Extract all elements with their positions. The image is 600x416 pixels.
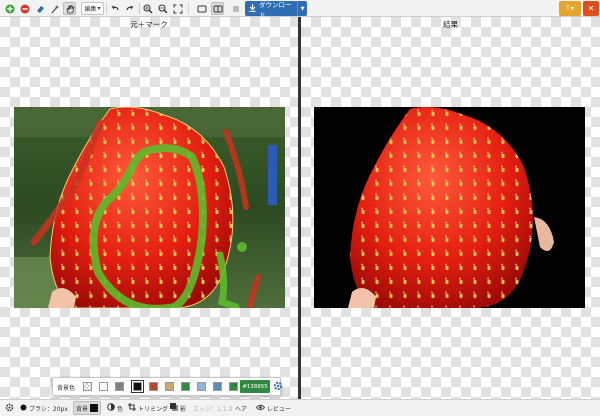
swatch-gray[interactable] [115,382,124,391]
background-button[interactable]: 背景 [73,401,102,415]
separator [106,3,107,14]
original-mark-panel[interactable]: 元＋マーク [0,17,298,399]
download-label: ダウンロード [259,0,292,19]
crop-icon[interactable] [229,2,242,15]
hand-icon[interactable] [63,2,76,15]
separator [139,3,140,14]
shadow-button[interactable]: 影 [168,401,188,415]
background-label: 背景 [76,405,89,413]
trim-label: トリミング [138,405,169,413]
brush-size-button[interactable]: ブラシ：20px [18,401,70,415]
swatch-tan[interactable] [165,382,174,391]
zoom-in-icon[interactable] [141,2,154,15]
brush-dot-icon [20,404,27,413]
panel-title-result: 結果 [443,20,458,29]
minus-icon[interactable] [18,2,31,15]
chevron-left-icon[interactable]: ‹ [234,382,236,389]
chevron-down-icon[interactable]: ▼ [297,1,307,16]
hair-button[interactable]: ヘア [233,401,249,415]
top-toolbar: 編集 ▾ ダウンロード ▼ T ▾ ✕ [0,0,600,19]
gear-icon [5,403,14,414]
split-view-icon[interactable] [211,2,224,15]
color-button[interactable]: 色 [105,401,125,415]
chevron-down-icon: ▾ [570,5,574,12]
fit-icon[interactable] [171,2,184,15]
eye-icon [255,404,266,413]
hex-color-value[interactable]: #138855 [240,380,270,393]
background-color-indicator [90,404,99,412]
edit-label: 編集 [84,6,97,13]
settings-button[interactable] [3,401,16,415]
background-color-palette: 背景色 ‹ #138855 [52,377,283,396]
swatch-black[interactable] [131,380,144,393]
download-icon [249,3,256,14]
panel-title-original: 元＋マーク [130,20,168,29]
wand-icon[interactable] [48,2,61,15]
review-button[interactable]: レビュー [254,401,293,415]
hair-label: ヘア [235,405,248,413]
single-view-icon[interactable] [195,2,208,15]
separator [188,3,189,14]
zoom-out-icon[interactable] [156,2,169,15]
bottom-toolbar: ブラシ：20px 背景 色 トリミング 影 エッジ：1.1.0 ヘア レビュー [0,399,600,416]
download-button[interactable]: ダウンロード ▼ [245,0,307,19]
contrast-icon [107,403,115,413]
result-panel[interactable]: 結果 [301,17,600,399]
swatch-blue[interactable] [213,382,222,391]
swatch-green[interactable] [181,382,190,391]
gear-icon[interactable] [273,381,283,393]
edge-label: エッジ：1.1.0 [193,405,233,413]
review-label: レビュー [267,405,292,413]
plus-icon[interactable] [3,2,16,15]
chevron-down-icon: ▾ [97,5,101,12]
shadow-icon [170,403,178,413]
palette-label: 背景色 [57,385,76,392]
swatch-brown[interactable] [149,382,158,391]
result-image [314,107,585,308]
crop-icon [128,403,136,413]
edit-dropdown[interactable]: 編集 ▾ [81,2,104,15]
swatch-transparent[interactable] [83,382,92,391]
t-menu-button[interactable]: T ▾ [559,1,581,16]
redo-icon[interactable] [123,2,136,15]
close-icon: ✕ [587,4,595,13]
brush-label: ブラシ：20px [29,405,68,413]
trim-button[interactable]: トリミング [126,401,170,415]
swatch-light-blue[interactable] [197,382,206,391]
t-label: T [566,5,570,12]
shadow-label: 影 [180,405,187,413]
edge-button[interactable]: エッジ：1.1.0 [191,401,234,415]
close-button[interactable]: ✕ [583,1,599,16]
undo-icon[interactable] [108,2,121,15]
color-label: 色 [117,405,124,413]
swatch-white[interactable] [99,382,108,391]
eraser-icon[interactable] [33,2,46,15]
original-image[interactable] [14,107,285,308]
